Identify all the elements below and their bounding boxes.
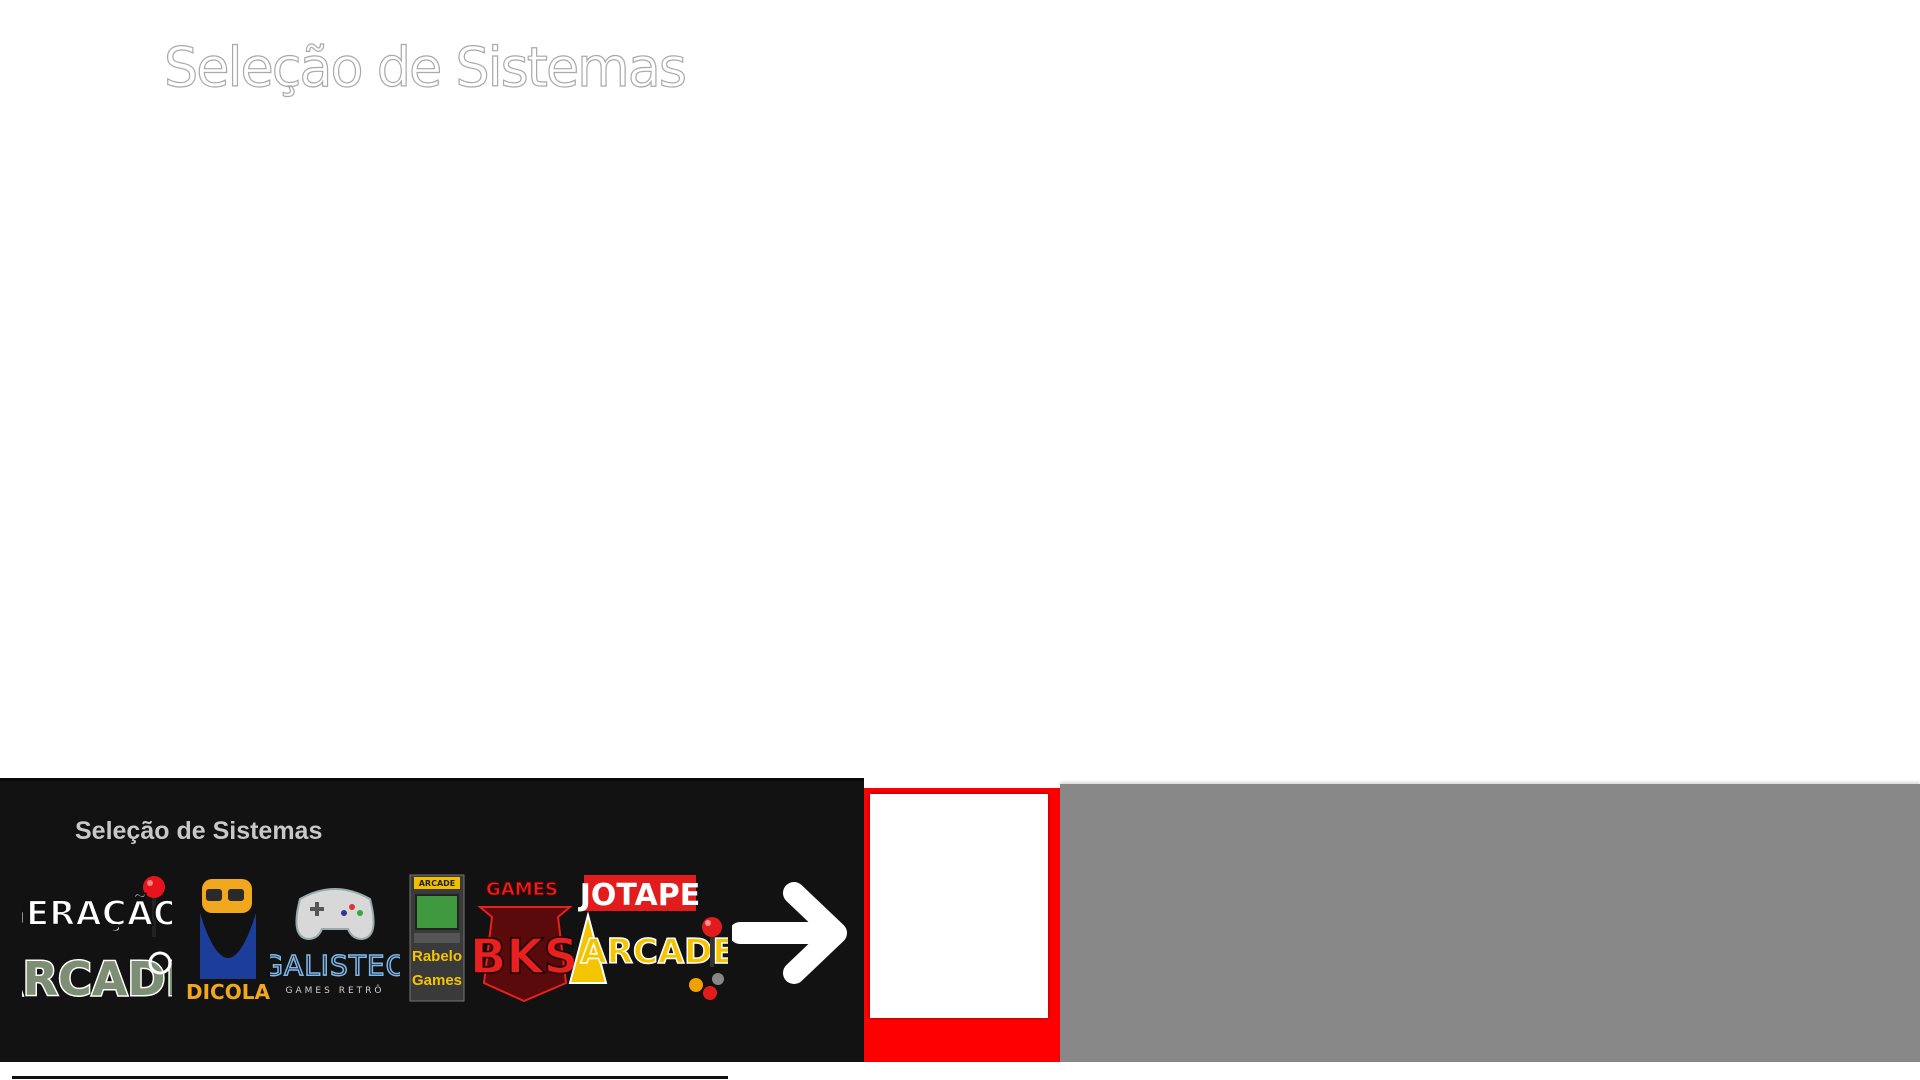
scroll-indicator <box>12 1076 728 1079</box>
logo-bks-top: GAMES <box>486 879 558 900</box>
logo-bks-text: BKS <box>474 929 576 985</box>
system-details-panel <box>1060 784 1920 1062</box>
logo-galisteo-sub: GAMES RETRÔ <box>286 984 385 996</box>
logo-geracao-arcade[interactable]: GERAÇÃO ARCADE ARCADE <box>22 873 172 1003</box>
logo-jotape-line1: JOTAPE <box>578 878 701 913</box>
logo-jotape-arcade[interactable]: JOTAPE ARCADE <box>568 873 728 1003</box>
logo-bks[interactable]: GAMES BKS <box>474 873 576 1003</box>
system-logos: GERAÇÃO ARCADE ARCADE DICOLA <box>14 873 728 1003</box>
logo-geracao-line1: GERAÇÃO <box>22 893 172 934</box>
system-carousel: Seleção de Sistemas GERAÇÃO ARCADE ARCAD… <box>0 778 1920 1062</box>
logo-dicola-text: DICOLA <box>186 980 270 1003</box>
arrow-right-icon[interactable] <box>732 873 852 993</box>
logo-galisteo-text: GALISTEO <box>270 949 400 982</box>
logo-rabelo-games[interactable]: ARCADE Rabelo Games <box>404 873 470 1003</box>
logo-dicola[interactable]: DICOLA <box>184 873 272 1003</box>
logo-jotape-line2: ARCADE <box>580 932 728 972</box>
page-title: Seleção de Sistemas <box>163 35 687 99</box>
system-list-panel: Seleção de Sistemas GERAÇÃO ARCADE ARCAD… <box>0 778 864 1062</box>
logo-rabelo-line2: Games <box>412 972 462 989</box>
selected-system-preview <box>870 794 1048 1018</box>
logo-rabelo-top: ARCADE <box>419 879 456 888</box>
panel-heading: Seleção de Sistemas <box>75 817 323 845</box>
selected-system-tile[interactable] <box>864 788 1060 1062</box>
logo-rabelo-line1: Rabelo <box>412 948 462 965</box>
logo-galisteo[interactable]: GALISTEO GAMES RETRÔ <box>270 873 400 1003</box>
